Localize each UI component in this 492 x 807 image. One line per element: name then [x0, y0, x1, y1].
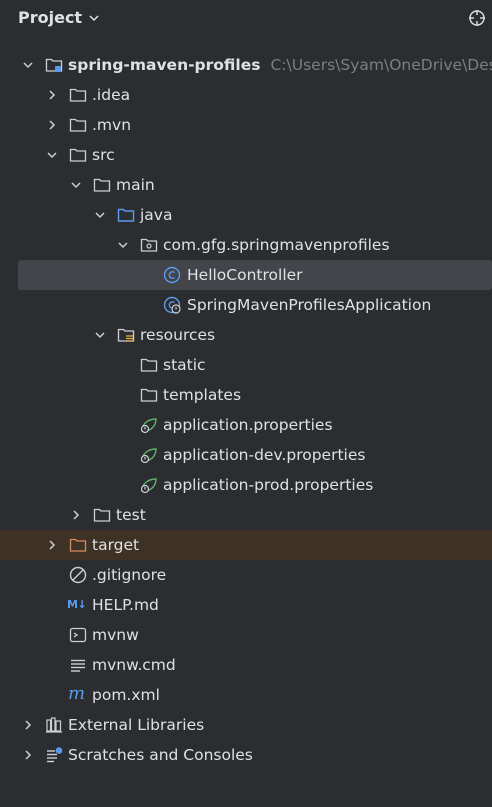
tree-label: java — [140, 206, 173, 224]
ignore-file-icon — [69, 566, 87, 584]
tree-label: templates — [163, 386, 242, 404]
tree-label: target — [92, 536, 140, 554]
tree-item-application-dev-properties[interactable]: application-dev.properties — [0, 440, 492, 470]
spring-properties-icon — [140, 478, 157, 494]
tree-item-application-properties[interactable]: application.properties — [0, 410, 492, 440]
tree-item-resources[interactable]: resources — [0, 320, 492, 350]
tree-label: application-dev.properties — [163, 446, 366, 464]
locate-file-icon[interactable] — [467, 8, 487, 28]
chevron-right-icon[interactable] — [45, 538, 59, 552]
tree-label: src — [92, 146, 115, 164]
folder-icon — [69, 88, 87, 102]
terminal-icon — [69, 627, 87, 643]
java-class-icon — [163, 266, 181, 284]
tree-item-application-prod-properties[interactable]: application-prod.properties — [0, 470, 492, 500]
tree-item-help-md[interactable]: M↓ HELP.md — [0, 590, 492, 620]
chevron-down-icon[interactable] — [45, 148, 59, 162]
tree-item-mvnw-cmd[interactable]: mvnw.cmd — [0, 650, 492, 680]
excluded-folder-icon — [69, 538, 87, 552]
tree-label: pom.xml — [92, 686, 160, 704]
tree-item-hello-controller[interactable]: HelloController — [18, 260, 492, 290]
tree-item-gitignore[interactable]: .gitignore — [0, 560, 492, 590]
tree-label: SpringMavenProfilesApplication — [187, 296, 432, 314]
resources-folder-icon — [117, 328, 135, 342]
root-path: C:\Users\Syam\OneDrive\Des — [270, 56, 492, 74]
tree-item-external-libraries[interactable]: External Libraries — [0, 710, 492, 740]
tree-item-scratches[interactable]: Scratches and Consoles — [0, 740, 492, 770]
tree-label: application-prod.properties — [163, 476, 374, 494]
chevron-down-icon[interactable] — [88, 12, 100, 24]
library-icon — [46, 717, 62, 733]
tree-label: main — [116, 176, 155, 194]
chevron-down-icon[interactable] — [116, 238, 130, 252]
panel-title[interactable]: Project — [18, 8, 82, 27]
chevron-right-icon[interactable] — [69, 508, 83, 522]
tree-label: External Libraries — [68, 716, 205, 734]
tree-item-mvn[interactable]: .mvn — [0, 110, 492, 140]
tree-item-pom[interactable]: m pom.xml — [0, 680, 492, 710]
folder-icon — [93, 508, 111, 522]
tree-item-root[interactable]: spring-maven-profiles C:\Users\Syam\OneDr… — [0, 50, 492, 80]
chevron-down-icon[interactable] — [93, 208, 107, 222]
tree-label: .idea — [92, 86, 131, 104]
package-icon — [140, 238, 158, 252]
chevron-down-icon[interactable] — [21, 58, 35, 72]
chevron-right-icon[interactable] — [45, 118, 59, 132]
tree-label: mvnw.cmd — [92, 656, 176, 674]
tree-item-static[interactable]: static — [0, 350, 492, 380]
module-folder-icon — [45, 58, 63, 72]
tree-item-application-class[interactable]: SpringMavenProfilesApplication — [0, 290, 492, 320]
folder-icon — [140, 388, 158, 402]
folder-icon — [69, 118, 87, 132]
text-file-icon — [71, 659, 85, 672]
folder-icon — [140, 358, 158, 372]
scratches-icon — [47, 747, 63, 763]
tree-item-templates[interactable]: templates — [0, 380, 492, 410]
tree-label: resources — [140, 326, 216, 344]
tree-item-java[interactable]: java — [0, 200, 492, 230]
tree-item-mvnw[interactable]: mvnw — [0, 620, 492, 650]
tree-item-main[interactable]: main — [0, 170, 492, 200]
tree-item-target[interactable]: target — [0, 530, 492, 560]
tree-label: test — [116, 506, 146, 524]
tree-label: com.gfg.springmavenprofiles — [163, 236, 390, 254]
root-name: spring-maven-profiles — [68, 56, 261, 74]
chevron-right-icon[interactable] — [21, 748, 35, 762]
chevron-right-icon[interactable] — [45, 88, 59, 102]
maven-icon: m — [68, 683, 86, 704]
chevron-down-icon[interactable] — [69, 178, 83, 192]
tree-label: HelloController — [187, 266, 303, 284]
tree-label: application.properties — [163, 416, 333, 434]
tree-label: static — [163, 356, 206, 374]
tree-label: .mvn — [92, 116, 132, 134]
tree-item-test[interactable]: test — [0, 500, 492, 530]
tree-item-src[interactable]: src — [0, 140, 492, 170]
tree-item-package[interactable]: com.gfg.springmavenprofiles — [0, 230, 492, 260]
spring-properties-icon — [140, 448, 157, 464]
tree-label: Scratches and Consoles — [68, 746, 253, 764]
tree-label: HELP.md — [92, 596, 159, 614]
tree-item-idea[interactable]: .idea — [0, 80, 492, 110]
chevron-right-icon[interactable] — [21, 718, 35, 732]
project-panel-header: Project — [0, 0, 492, 38]
source-folder-icon — [117, 208, 135, 222]
chevron-down-icon[interactable] — [93, 328, 107, 342]
spring-boot-class-icon — [163, 296, 181, 314]
tree-label: mvnw — [92, 626, 139, 644]
markdown-icon: M↓ — [67, 598, 87, 611]
spring-properties-icon — [140, 418, 157, 434]
folder-icon — [93, 178, 111, 192]
folder-icon — [69, 148, 87, 162]
tree-label: .gitignore — [92, 566, 167, 584]
